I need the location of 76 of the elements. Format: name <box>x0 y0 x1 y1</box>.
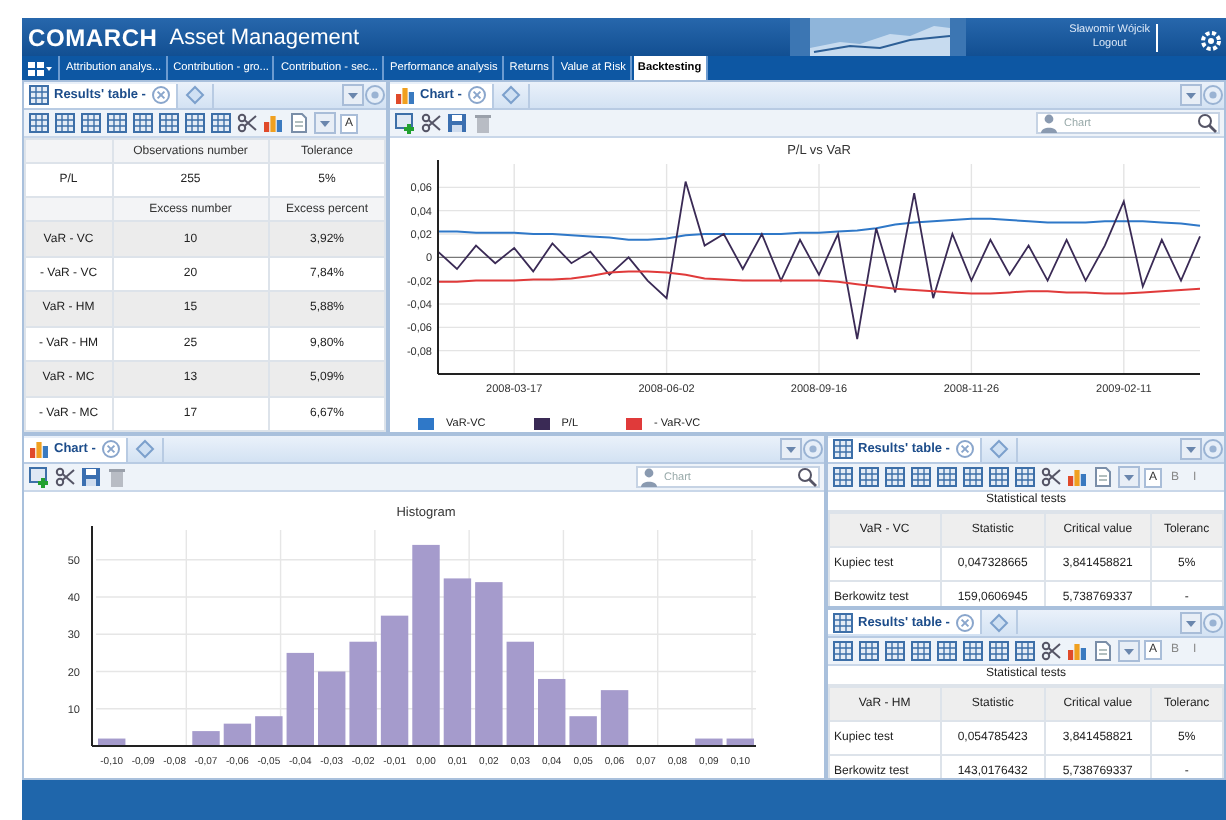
table-icon[interactable] <box>1014 466 1036 488</box>
dropdown-icon[interactable] <box>1180 438 1202 460</box>
save-icon[interactable] <box>80 466 102 488</box>
scissors-icon[interactable] <box>54 466 76 488</box>
table-icon[interactable] <box>832 466 854 488</box>
dropdown-icon[interactable] <box>314 112 336 134</box>
save-icon[interactable] <box>446 112 468 134</box>
dropdown-icon[interactable] <box>1118 639 1140 661</box>
table-icon[interactable] <box>132 112 154 134</box>
close-icon[interactable] <box>99 438 122 460</box>
bar <box>506 641 534 746</box>
bar <box>223 723 252 746</box>
bar <box>380 615 409 746</box>
table-icon[interactable] <box>988 466 1010 488</box>
dropdown-icon[interactable] <box>342 84 364 106</box>
table-icon[interactable] <box>28 112 50 134</box>
document-icon[interactable] <box>1092 466 1114 488</box>
bar <box>286 652 314 746</box>
table-icon <box>832 611 854 633</box>
dropdown-icon[interactable] <box>780 438 802 460</box>
table-icon[interactable] <box>184 112 206 134</box>
table-icon[interactable] <box>910 466 932 488</box>
add-icon[interactable] <box>394 112 416 134</box>
document-icon[interactable] <box>288 112 310 134</box>
scissors-icon[interactable] <box>420 112 442 134</box>
search-icon[interactable] <box>796 466 818 488</box>
document-icon[interactable] <box>1092 639 1114 661</box>
bar <box>726 738 754 746</box>
table-icon[interactable] <box>962 639 984 661</box>
scissors-icon[interactable] <box>1040 639 1062 661</box>
table-icon[interactable] <box>936 639 958 661</box>
table-icon[interactable] <box>80 112 102 134</box>
bar <box>538 678 566 746</box>
table-icon[interactable] <box>962 466 984 488</box>
table-icon[interactable] <box>832 639 854 661</box>
bar <box>695 738 723 746</box>
table-icon[interactable] <box>884 639 906 661</box>
table-icon[interactable] <box>858 639 880 661</box>
bar <box>600 690 629 746</box>
table-icon[interactable] <box>988 639 1010 661</box>
table-icon[interactable] <box>1014 639 1036 661</box>
close-icon[interactable] <box>465 84 488 106</box>
add-icon[interactable] <box>28 466 50 488</box>
table-icon[interactable] <box>158 112 180 134</box>
dropdown-icon[interactable] <box>1118 466 1140 488</box>
table-icon <box>28 84 50 106</box>
search-icon[interactable] <box>1196 112 1218 134</box>
table-icon[interactable] <box>106 112 128 134</box>
bar <box>318 671 346 746</box>
bar <box>255 716 283 746</box>
person-icon <box>638 466 660 488</box>
scissors-icon[interactable] <box>236 112 258 134</box>
close-icon[interactable] <box>953 611 976 633</box>
bar-chart-icon <box>28 438 50 460</box>
logo: COMARCH <box>28 23 158 51</box>
dropdown-icon[interactable] <box>1180 611 1202 633</box>
table-icon[interactable] <box>210 112 232 134</box>
close-icon[interactable] <box>953 438 976 460</box>
scissors-icon[interactable] <box>1040 466 1062 488</box>
grid-menu-icon[interactable] <box>26 57 54 79</box>
bar-chart-icon[interactable] <box>1066 639 1088 661</box>
bar-chart-icon[interactable] <box>262 112 284 134</box>
bar <box>349 641 377 746</box>
bar-chart-icon <box>394 84 416 106</box>
product-name: Asset Management <box>169 25 360 49</box>
bar-chart-icon[interactable] <box>1066 466 1088 488</box>
dropdown-icon[interactable] <box>1180 84 1202 106</box>
table-icon[interactable] <box>884 466 906 488</box>
table-icon[interactable] <box>54 112 76 134</box>
table-icon[interactable] <box>858 466 880 488</box>
table-icon <box>832 438 854 460</box>
bar <box>569 716 597 746</box>
close-icon[interactable] <box>149 84 172 106</box>
table-icon[interactable] <box>936 466 958 488</box>
person-icon <box>1038 112 1060 134</box>
table-icon[interactable] <box>910 639 932 661</box>
